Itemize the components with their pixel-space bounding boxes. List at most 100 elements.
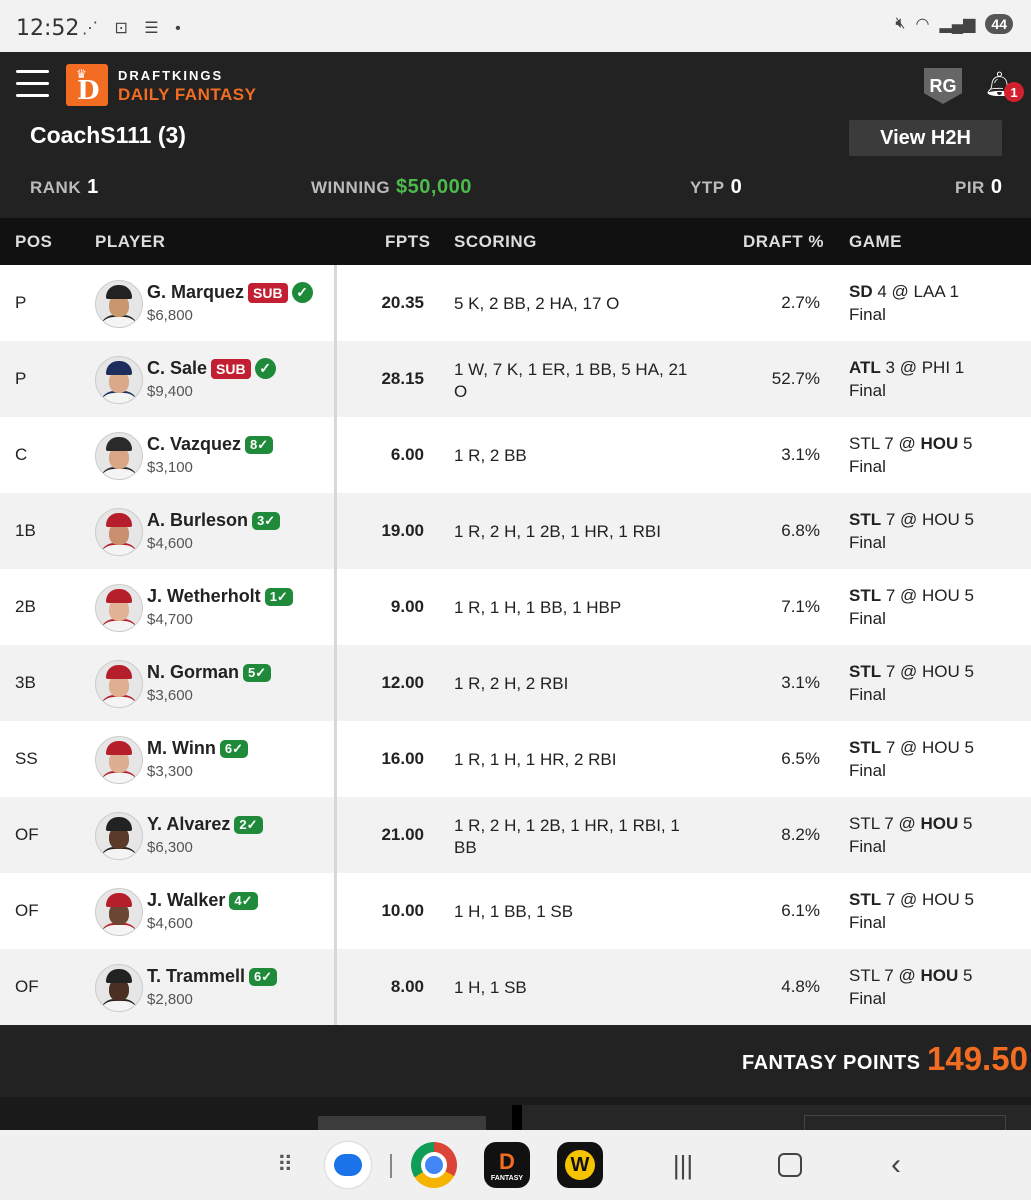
winning-value: $50,000 [396,176,472,198]
player-fpts: 8.00 [390,977,424,996]
player-salary: $3,300 [147,763,193,780]
player-name[interactable]: N. Gorman 5✓ [147,662,272,683]
view-h2h-button[interactable]: View H2H [849,120,1002,156]
col-player[interactable]: PLAYER [95,232,165,252]
player-position: OF [15,977,39,996]
table-row[interactable]: 2B J. Wetherholt 1✓ $4,700 9.00 1 R, 1 H, 1 B… [0,569,1031,645]
player-name[interactable]: J. Wetherholt 1✓ [147,586,293,607]
player-position: 2B [15,597,36,616]
col-game[interactable]: GAME [849,232,902,252]
avatar[interactable] [95,736,143,784]
table-row[interactable]: P G. Marquez SUB ✓ $6,800 20.35 5 K, 2 BB, 2 H… [0,265,1031,341]
check-icon: ✓ [276,588,288,604]
messages-app-icon[interactable] [325,1142,371,1188]
back-icon[interactable]: ‹ [873,1142,919,1188]
avatar[interactable] [95,964,143,1012]
webtoon-app-icon[interactable]: W [557,1142,603,1188]
game-score: STL 7 @ HOU 5 [849,586,975,605]
table-row[interactable]: OF Y. Alvarez 2✓ $6,300 21.00 1 R, 2 H, 1 2B,… [0,797,1031,873]
player-draft-pct: 3.1% [781,445,820,464]
player-name[interactable]: Y. Alvarez 2✓ [147,814,263,835]
draftkings-logo[interactable]: ♛ D [66,64,108,106]
player-position: SS [15,749,38,768]
player-name[interactable]: C. Sale SUB ✓ [147,358,276,379]
fantasy-points-bar: FANTASY POINTS 149.50 [0,1025,1031,1097]
table-row[interactable]: C C. Vazquez 8✓ $3,100 6.00 1 R, 2 BB 3.1% STL … [0,417,1031,493]
player-salary: $4,600 [147,535,193,552]
player-fpts: 16.00 [381,749,424,768]
game-score: STL 7 @ HOU 5 [849,738,975,757]
game-score: STL 7 @ HOU 5 [849,510,975,529]
player-fpts: 21.00 [381,825,424,844]
player-salary: $3,100 [147,459,193,476]
responsible-gaming-icon[interactable]: RG [924,68,962,104]
draftkings-fantasy-app-icon[interactable]: D FANTASY [484,1142,530,1188]
col-pos[interactable]: POS [15,232,52,252]
player-draft-pct: 6.8% [781,521,820,540]
rank-stat: RANK 1 [30,176,99,198]
player-draft-pct: 8.2% [781,825,820,844]
table-row[interactable]: SS M. Winn 6✓ $3,300 16.00 1 R, 1 H, 1 HR, 2 … [0,721,1031,797]
game-status: Final [849,913,886,932]
app-header: ♛ D DRAFTKINGS DAILY FANTASY RG 🔔︎ 1 [0,52,1031,120]
player-fpts: 9.00 [390,597,424,616]
game-status: Final [849,305,886,324]
apps-grid-icon[interactable]: ⠿ [262,1142,308,1188]
game-status: Final [849,609,886,628]
player-fpts: 12.00 [381,673,424,692]
home-icon[interactable] [767,1142,813,1188]
avatar[interactable] [95,660,143,708]
table-row[interactable]: 3B N. Gorman 5✓ $3,600 12.00 1 R, 2 H, 2 RBI 3… [0,645,1031,721]
game-status: Final [849,533,886,552]
avatar[interactable] [95,280,143,328]
player-name[interactable]: C. Vazquez 8✓ [147,434,274,455]
check-icon: ✓ [257,436,269,452]
ytp-stat: YTP 0 [690,176,743,198]
batting-order-badge: 2✓ [234,815,263,834]
game-status: Final [849,457,886,476]
col-draft[interactable]: DRAFT % [743,232,824,252]
game-score: STL 7 @ HOU 5 [849,814,973,833]
player-name[interactable]: G. Marquez SUB ✓ [147,282,313,303]
menu-icon[interactable] [16,70,49,98]
table-row[interactable]: OF J. Walker 4✓ $4,600 10.00 1 H, 1 BB, 1 SB 6… [0,873,1031,949]
player-name[interactable]: J. Walker 4✓ [147,890,258,911]
player-name[interactable]: M. Winn 6✓ [147,738,248,759]
table-row[interactable]: P C. Sale SUB ✓ $9,400 28.15 1 W, 7 K, 1 ER, 1… [0,341,1031,417]
chrome-app-icon[interactable] [411,1142,457,1188]
col-scoring[interactable]: SCORING [454,232,537,252]
player-scoring: 5 K, 2 BB, 2 HA, 17 O [454,294,620,313]
avatar[interactable] [95,432,143,480]
avatar[interactable] [95,356,143,404]
lower-tab[interactable] [318,1116,486,1130]
batting-order-badge: 5✓ [243,663,272,682]
check-icon: ✓ [255,664,267,680]
recent-apps-icon[interactable]: ||| [660,1142,706,1188]
avatar[interactable] [95,584,143,632]
table-row[interactable]: 1B A. Burleson 3✓ $4,600 19.00 1 R, 2 H, 1 2B… [0,493,1031,569]
player-fpts: 28.15 [381,369,424,388]
rank-value: 1 [87,176,99,198]
avatar[interactable] [95,812,143,860]
player-name[interactable]: A. Burleson 3✓ [147,510,281,531]
player-scoring: 1 R, 2 H, 1 2B, 1 HR, 1 RBI, 1 BB [454,816,680,857]
player-name[interactable]: T. Trammell 6✓ [147,966,278,987]
game-status: Final [849,989,886,1008]
player-scoring: 1 H, 1 BB, 1 SB [454,902,574,921]
lower-panels [0,1097,1031,1131]
game-score: STL 7 @ HOU 5 [849,662,975,681]
player-scoring: 1 R, 2 H, 2 RBI [454,674,569,693]
game-score: STL 7 @ HOU 5 [849,434,973,453]
check-icon: ✓ [254,358,276,379]
player-scoring: 1 H, 1 SB [454,978,527,997]
avatar[interactable] [95,508,143,556]
avatar[interactable] [95,888,143,936]
batting-order-badge: 6✓ [249,967,278,986]
table-row[interactable]: OF T. Trammell 6✓ $2,800 8.00 1 H, 1 SB 4.8% ST… [0,949,1031,1025]
player-position: OF [15,901,39,920]
sub-badge: SUB [248,282,288,303]
game-score: SD 4 @ LAA 1 [849,282,959,301]
col-fpts[interactable]: FPTS [385,232,430,252]
player-position: 3B [15,673,36,692]
player-position: C [15,445,28,464]
